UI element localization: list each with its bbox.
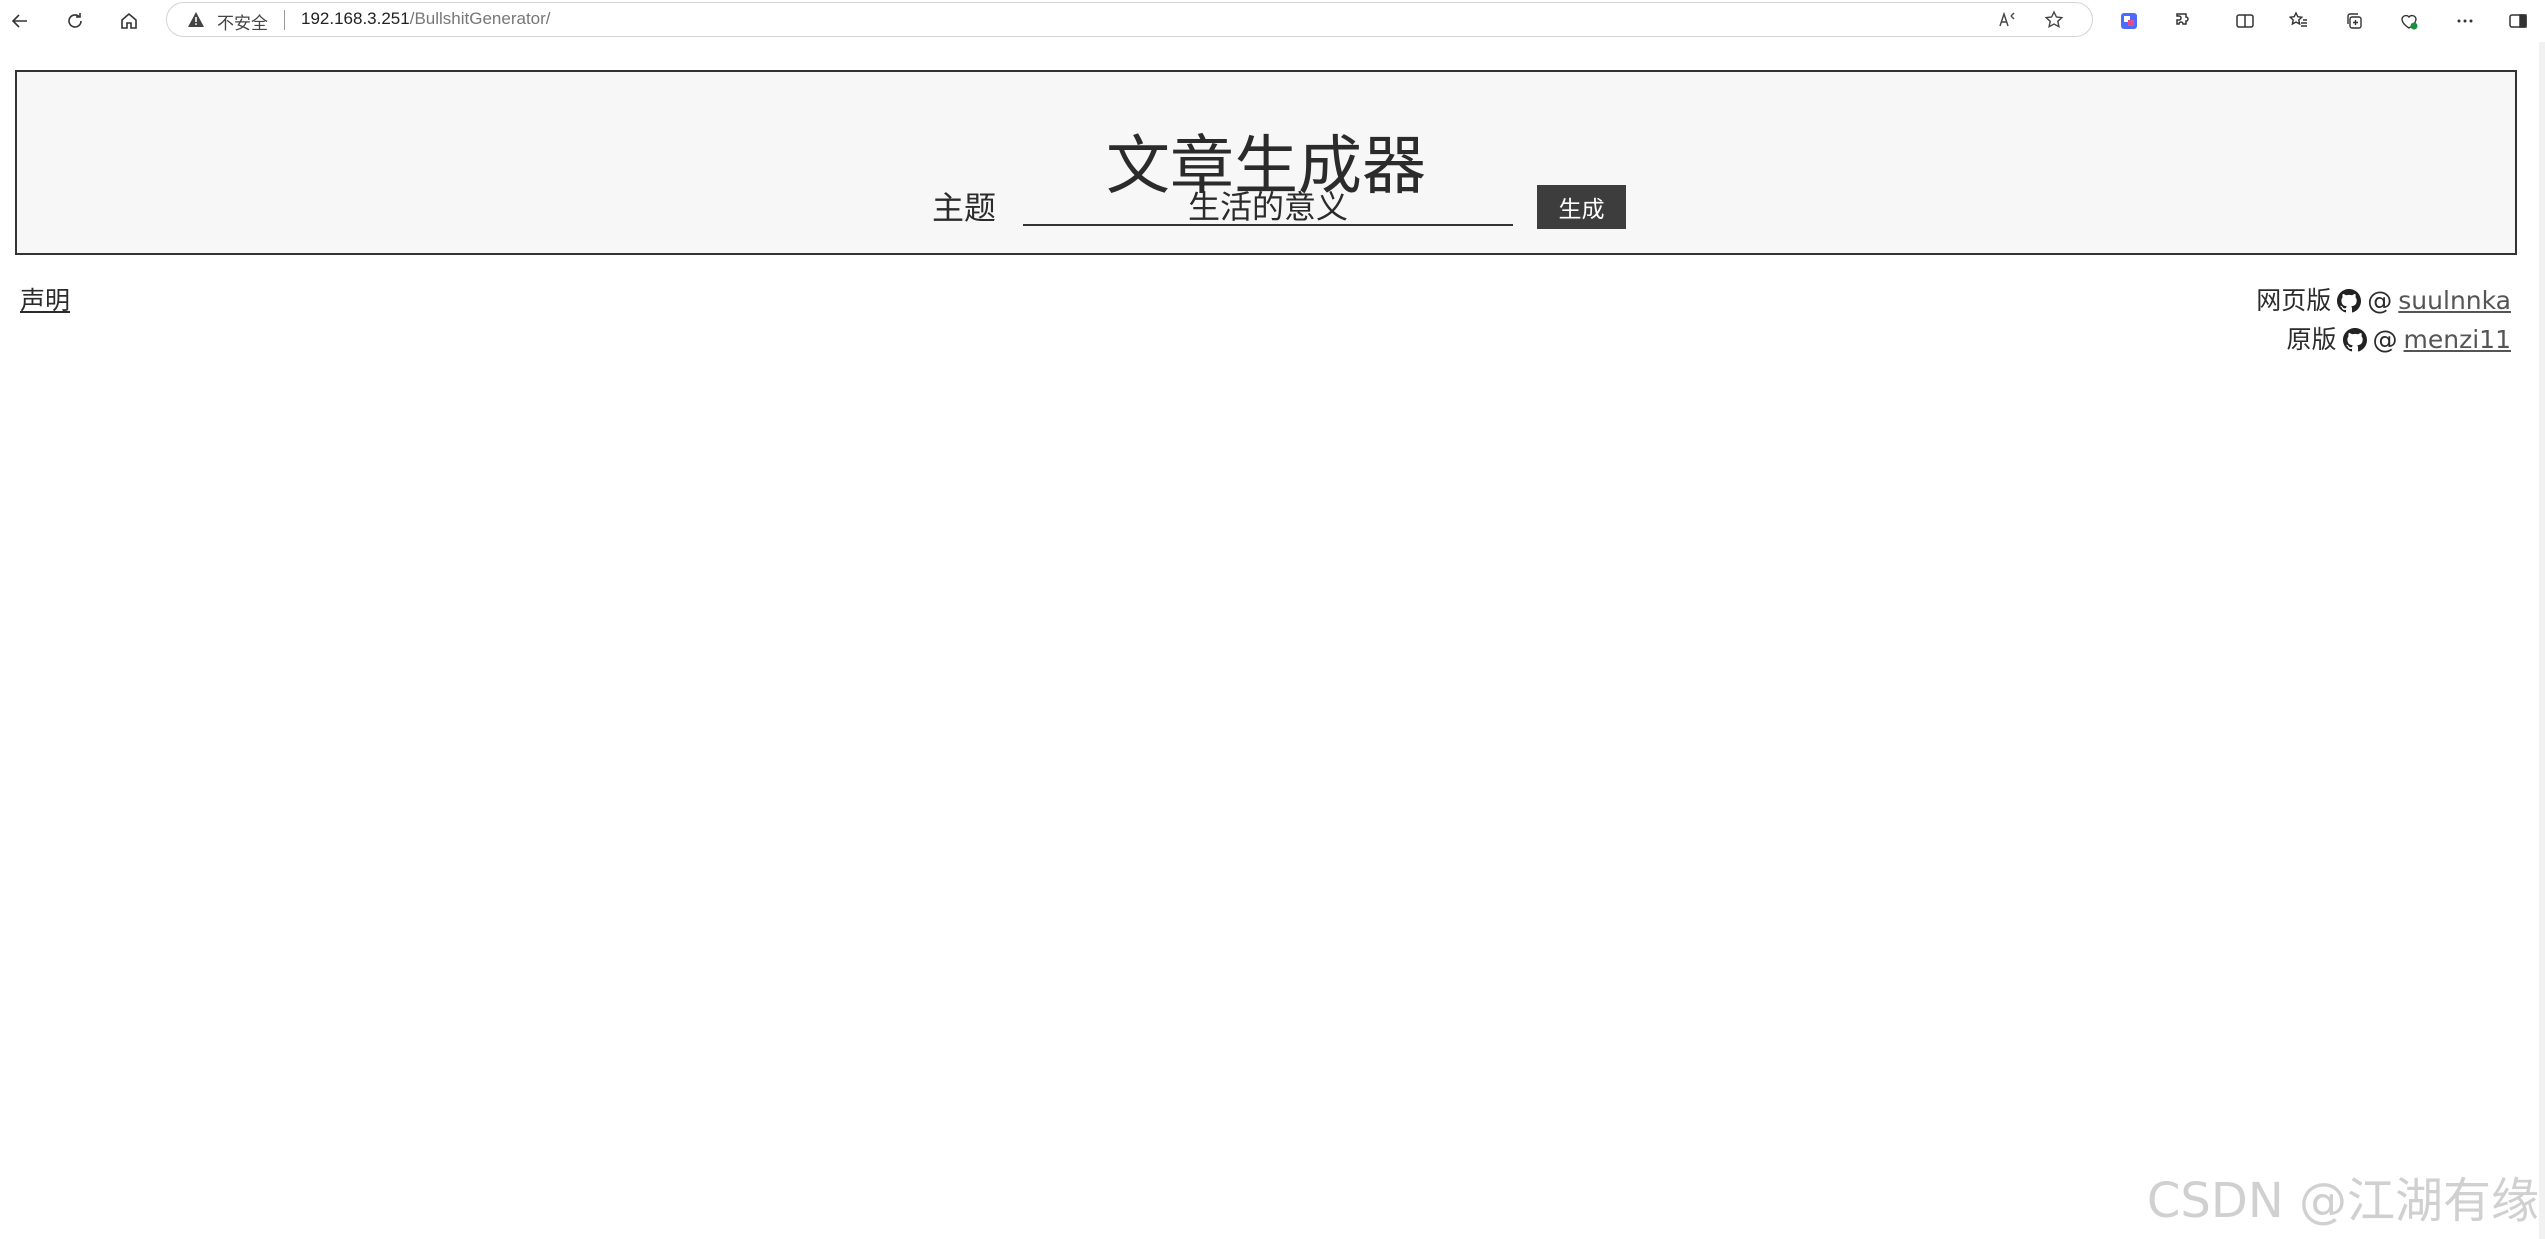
credit-original-version: 原版 @ menzi11	[2256, 320, 2511, 359]
github-icon	[2337, 288, 2362, 313]
sidebar-toggle-icon[interactable]	[2503, 6, 2533, 36]
credits: 网页版 @ suulnnka 原版 @ menzi11	[2256, 281, 2511, 359]
favorites-list-icon[interactable]	[2284, 6, 2314, 36]
collections-icon[interactable]	[2339, 6, 2369, 36]
home-icon[interactable]	[114, 6, 144, 36]
at-sign: @	[2367, 286, 2393, 315]
page-scroll-edge	[2539, 42, 2545, 1239]
github-link-suulnnka[interactable]: suulnnka	[2398, 281, 2511, 320]
at-sign: @	[2372, 325, 2398, 354]
github-link-menzi11[interactable]: menzi11	[2404, 320, 2511, 359]
url-text[interactable]: 192.168.3.251/BullshitGenerator/	[301, 9, 551, 29]
credit-prefix: 网页版	[2256, 286, 2332, 315]
back-arrow-icon[interactable]	[5, 6, 35, 36]
credit-prefix: 原版	[2286, 325, 2337, 354]
browser-essentials-icon[interactable]	[2394, 6, 2424, 36]
read-aloud-icon[interactable]	[1997, 10, 2017, 30]
watermark: CSDN @江湖有缘	[2146, 1173, 2539, 1229]
github-icon	[2342, 327, 2367, 352]
topic-row: 主题 生成	[17, 185, 2515, 230]
topic-input[interactable]	[1023, 186, 1513, 226]
url-host: 192.168.3.251	[301, 9, 410, 28]
topic-label: 主题	[932, 189, 997, 227]
address-separator	[284, 10, 285, 30]
disclaimer-link[interactable]: 声明	[20, 281, 70, 317]
refresh-icon[interactable]	[60, 6, 90, 36]
split-screen-icon[interactable]	[2230, 6, 2260, 36]
security-label[interactable]: 不安全	[217, 9, 268, 34]
extension-translate-icon[interactable]	[2114, 6, 2144, 36]
generate-button[interactable]: 生成	[1537, 185, 1626, 229]
warning-icon	[188, 12, 204, 27]
url-path: /BullshitGenerator/	[409, 9, 551, 28]
extensions-puzzle-icon[interactable]	[2169, 6, 2199, 36]
favorite-star-icon[interactable]	[2044, 10, 2064, 30]
more-menu-icon[interactable]	[2450, 6, 2480, 36]
credit-web-version: 网页版 @ suulnnka	[2256, 281, 2511, 320]
header-panel: 文章生成器 主题 生成	[15, 70, 2517, 255]
address-bar[interactable]: 不安全 192.168.3.251/BullshitGenerator/	[166, 2, 2093, 37]
browser-toolbar: 不安全 192.168.3.251/BullshitGenerator/	[0, 0, 2545, 42]
